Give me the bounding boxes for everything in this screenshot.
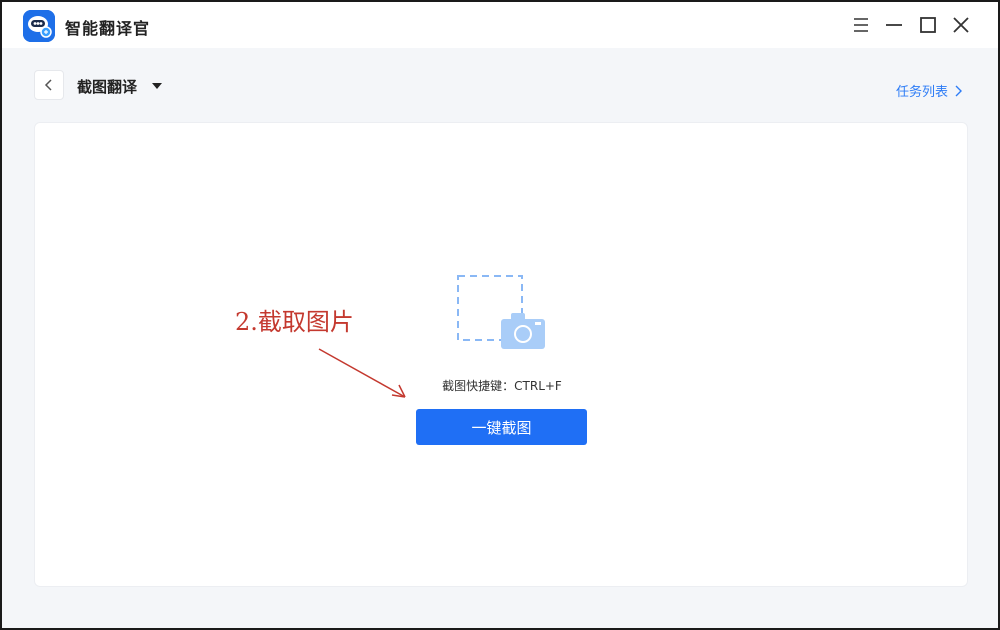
- title-bar: 智能翻译官: [2, 2, 998, 48]
- page-header: 截图翻译 任务列表: [2, 48, 998, 124]
- menu-icon[interactable]: [848, 12, 874, 38]
- chevron-left-icon: [44, 79, 52, 91]
- app-title: 智能翻译官: [65, 19, 151, 38]
- chevron-right-icon: [955, 85, 962, 96]
- shortcut-hint: 截图快捷键：CTRL+F: [442, 379, 562, 393]
- capture-panel: 截图快捷键：CTRL+F 一键截图: [34, 122, 968, 587]
- task-list-label: 任务列表: [895, 85, 948, 100]
- task-list-link[interactable]: 任务列表: [896, 81, 962, 100]
- one-click-capture-button[interactable]: 一键截图: [416, 409, 587, 445]
- camera-capture-icon: [457, 275, 545, 349]
- back-button[interactable]: [34, 70, 64, 100]
- app-logo-icon: [23, 10, 55, 42]
- annotation-arrow-icon: [318, 348, 406, 398]
- maximize-icon[interactable]: [915, 12, 941, 38]
- page-title: 截图翻译: [77, 78, 138, 96]
- caret-down-icon[interactable]: [151, 81, 163, 91]
- annotation-label: 2.截取图片: [235, 308, 354, 336]
- close-icon[interactable]: [948, 12, 974, 38]
- minimize-icon[interactable]: [881, 12, 907, 38]
- app-window: 智能翻译官 截图翻译 任务列表 截图快捷键：CTRL+F 一键截图 2.截取图片: [2, 2, 998, 628]
